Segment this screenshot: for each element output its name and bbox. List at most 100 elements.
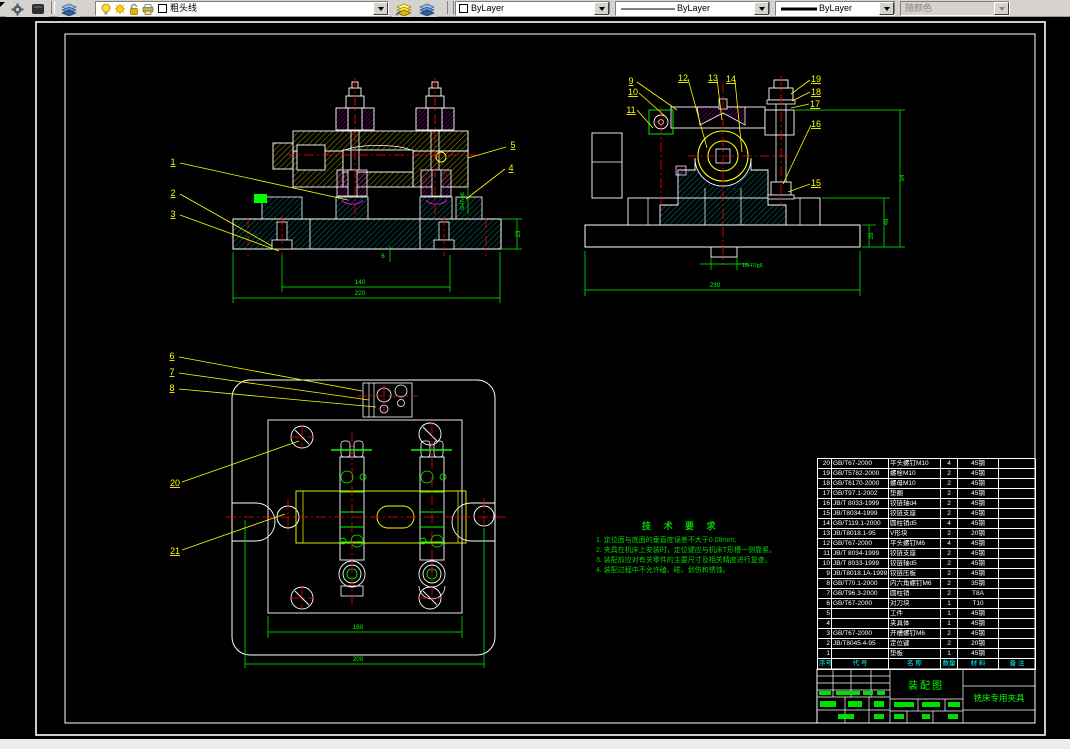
bom-cell [999, 529, 1036, 539]
bom-cell: 铰链支座 [889, 549, 941, 559]
bom-cell [999, 579, 1036, 589]
top-dimensions [244, 520, 485, 668]
sheet-button[interactable] [27, 1, 49, 17]
bom-row: 14 GB/T119.1-2000 圆柱销d5 4 45钢 [818, 519, 1036, 529]
bom-row: 10 JB/T 8033-1999 铰链轴d5 2 45钢 [818, 559, 1036, 569]
bom-cell: 45钢 [958, 619, 999, 629]
bom-cell [999, 639, 1036, 649]
bom-cell: 2 [941, 469, 958, 479]
lineweight-combo-arrow[interactable] [879, 2, 894, 15]
clamp-left [331, 440, 372, 597]
bom-cell: GB/T5782-2000 [832, 469, 889, 479]
top-view: 160 200 [226, 379, 508, 668]
bom-cell: GB/T67-2000 [832, 629, 889, 639]
color-combobox[interactable]: ByLayer [455, 1, 610, 16]
bom-cell: 11 [818, 549, 832, 559]
bom-cell [999, 499, 1036, 509]
plotstyle-value-label: 随颜色 [905, 3, 933, 13]
bom-cell: 2 [941, 589, 958, 599]
linetype-value-label: ByLayer [677, 3, 711, 13]
bom-cell: 6 [818, 599, 832, 609]
callout-18: 18 [811, 87, 821, 97]
gear-icon [11, 3, 23, 15]
bom-cell: GB/T70.1-2000 [832, 579, 889, 589]
bom-cell [999, 589, 1036, 599]
bom-cell: 45钢 [958, 499, 999, 509]
bom-cell: 平头螺钉M6 [889, 539, 941, 549]
bom-row: 20 GB/T67-2000 平头螺钉M10 4 45钢 [818, 459, 1036, 469]
bom-cell: 45钢 [958, 609, 999, 619]
technical-requirement-line: 2. 夹具在机床上安装时，定位键应与机床T形槽一侧靠紧。 [596, 547, 777, 554]
bom-cell: 20钢 [958, 529, 999, 539]
command-strip[interactable] [0, 739, 1070, 749]
bom-row: 15 JB/T8034-1999 铰链支座 2 45钢 [818, 509, 1036, 519]
bom-cell [999, 489, 1036, 499]
bom-cell: JB/T8018.1-95 [832, 529, 889, 539]
callout-11: 11 [626, 105, 635, 115]
linetype-combo-arrow[interactable] [754, 2, 769, 15]
callout-4: 4 [508, 163, 513, 173]
title-block-entries [819, 691, 960, 719]
bom-row: 12 GB/T67-2000 平头螺钉M6 4 45钢 [818, 539, 1036, 549]
bom-cell [832, 619, 889, 629]
bom-cell: 2 [941, 549, 958, 559]
callout-7: 7 [169, 367, 174, 377]
bom-cell: 45钢 [958, 559, 999, 569]
bom-cell [999, 549, 1036, 559]
bom-header-row: 序号代 号名 称数量材 料备 注 [818, 659, 1036, 670]
layer-manager-button[interactable] [58, 1, 80, 17]
bom-cell: 2 [941, 569, 958, 579]
front-view: 140 220 23 6 5H7/g6 [232, 78, 522, 303]
properties-button[interactable] [6, 1, 28, 17]
callout-8: 8 [169, 383, 174, 393]
bom-cell: 20 [818, 459, 832, 469]
layer-combo-arrow[interactable] [373, 2, 388, 15]
bom-cell: 12 [818, 539, 832, 549]
bom-row: 19 GB/T5782-2000 螺栓M10 2 45钢 [818, 469, 1036, 479]
bom-cell [999, 649, 1036, 659]
bom-cell: 铰链支座 [889, 509, 941, 519]
technical-requirements-title: 技 术 要 求 [642, 521, 721, 531]
lineweight-combobox[interactable]: ByLayer [775, 1, 895, 16]
bom-cell: 4 [941, 459, 958, 469]
bom-cell [832, 609, 889, 619]
bom-cell [999, 629, 1036, 639]
bom-cell: V形块 [889, 529, 941, 539]
bom-cell: 2 [941, 579, 958, 589]
bom-row: 8 GB/T70.1-2000 内六角螺钉M6 2 35钢 [818, 579, 1036, 589]
bom-cell: 铰链压板 [889, 569, 941, 579]
callout-3: 3 [170, 209, 175, 219]
bom-row: 17 GB/T97.1-2002 垫圈 2 45钢 [818, 489, 1036, 499]
linetype-sample-icon [621, 8, 675, 9]
bom-cell: GB/T67-2000 [832, 539, 889, 549]
layer-combobox[interactable]: 粗头线 [95, 1, 389, 16]
bom-cell: 45钢 [958, 549, 999, 559]
color-value-label: ByLayer [471, 3, 505, 13]
bom-cell [999, 519, 1036, 529]
bom-row: 3 GB/T67-2000 开槽螺钉M6 2 45钢 [818, 629, 1036, 639]
bom-cell: 45钢 [958, 649, 999, 659]
dim-200: 200 [353, 656, 364, 663]
plotstyle-combobox: 随颜色 [900, 1, 1010, 16]
make-current-layer-button[interactable] [392, 1, 414, 17]
bom-cell: 对刀块 [889, 599, 941, 609]
bom-cell: 45钢 [958, 569, 999, 579]
bom-cell: 4 [941, 519, 958, 529]
layer-thaw-sun-icon [114, 3, 126, 14]
plotstyle-combo-arrow [994, 2, 1009, 15]
bom-header-cell: 数量 [941, 659, 958, 670]
layers-icon [61, 3, 77, 16]
bom-header-cell: 名 称 [889, 659, 941, 670]
bom-row: 6 GB/T67-2000 对刀块 1 T10 [818, 599, 1036, 609]
linetype-combobox[interactable]: ByLayer [615, 1, 770, 16]
layer-previous-button[interactable] [415, 1, 437, 17]
bom-cell: 铰链轴d5 [889, 559, 941, 569]
bom-cell: 45钢 [958, 479, 999, 489]
bom-cell: 工件 [889, 609, 941, 619]
color-combo-arrow[interactable] [594, 2, 609, 15]
callout-2: 2 [170, 188, 175, 198]
toolbar-overflow-icon[interactable] [0, 2, 5, 7]
bom-cell: JB/T 8033-1999 [832, 499, 889, 509]
layer-on-bulb-icon [101, 3, 111, 14]
bom-row: 9 JB/T8018.1A-1999 铰链压板 2 45钢 [818, 569, 1036, 579]
